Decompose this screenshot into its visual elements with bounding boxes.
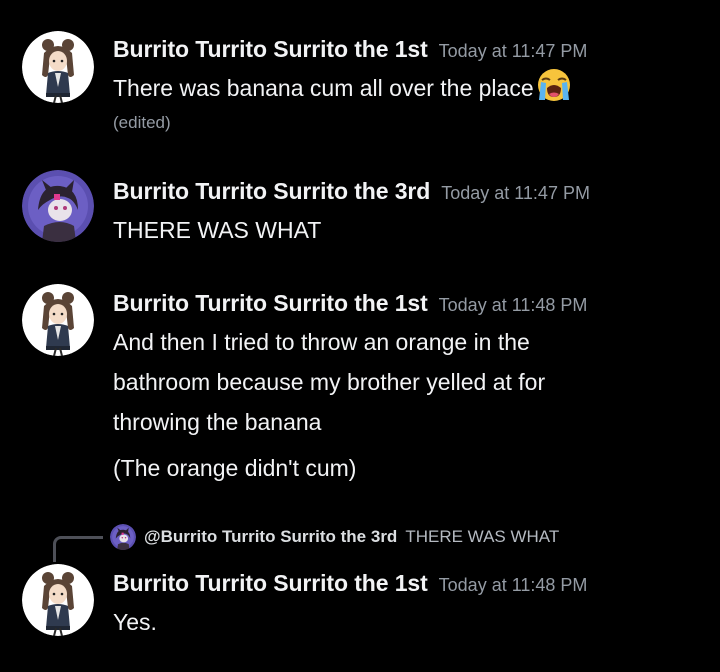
timestamp: Today at 11:47 PM	[441, 183, 590, 203]
avatar[interactable]	[22, 564, 94, 636]
reply-snippet[interactable]: THERE WAS WHAT	[405, 527, 559, 547]
message-text: Yes.	[113, 609, 157, 635]
timestamp: Today at 11:47 PM	[438, 41, 588, 61]
message-header: Burrito Turrito Surrito the 1st Today at …	[113, 290, 587, 317]
message-line: And then I tried to throw an orange in t…	[113, 329, 530, 355]
message-text-followup: (The orange didn't cum)	[113, 455, 357, 481]
message-header: Burrito Turrito Surrito the 1st Today at …	[113, 36, 587, 63]
chat-log: Burrito Turrito Surrito the 1st Today at …	[0, 0, 720, 672]
message-header: Burrito Turrito Surrito the 1st Today at …	[113, 570, 587, 597]
reply-connector-line	[53, 536, 103, 562]
message-line: bathroom because my brother yelled at fo…	[113, 369, 546, 395]
avatar[interactable]	[22, 31, 94, 103]
message-text: There was banana cum all over the place	[113, 68, 673, 114]
reply-mention[interactable]: @Burrito Turrito Surrito the 3rd	[144, 527, 397, 547]
timestamp: Today at 11:48 PM	[438, 575, 588, 595]
avatar[interactable]	[22, 284, 94, 356]
author-name[interactable]: Burrito Turrito Surrito the 1st	[113, 36, 428, 62]
message-text: THERE WAS WHAT	[113, 217, 322, 243]
message-header: Burrito Turrito Surrito the 3rd Today at …	[113, 178, 590, 205]
timestamp: Today at 11:48 PM	[438, 295, 588, 315]
edited-label: (edited)	[113, 113, 171, 132]
reply-preview[interactable]: @Burrito Turrito Surrito the 3rd THERE W…	[110, 522, 559, 552]
avatar[interactable]	[22, 170, 94, 242]
message-text: And then I tried to throw an orange in t…	[113, 322, 673, 442]
loudly-crying-face-icon	[536, 68, 572, 114]
author-name[interactable]: Burrito Turrito Surrito the 3rd	[113, 178, 430, 204]
reply-avatar	[110, 524, 136, 550]
message-line: throwing the banana	[113, 409, 322, 435]
author-name[interactable]: Burrito Turrito Surrito the 1st	[113, 570, 428, 596]
author-name[interactable]: Burrito Turrito Surrito the 1st	[113, 290, 428, 316]
